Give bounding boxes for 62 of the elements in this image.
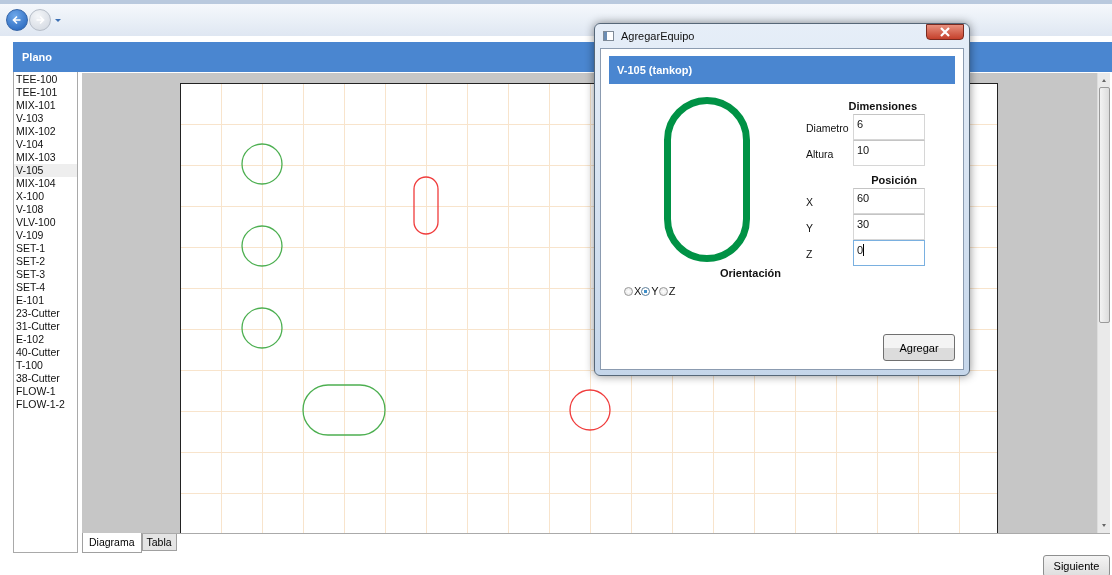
- input-field[interactable]: 60: [853, 188, 925, 214]
- list-item[interactable]: V-103: [14, 112, 77, 125]
- list-item[interactable]: V-104: [14, 138, 77, 151]
- scrollbar[interactable]: [1097, 73, 1110, 533]
- input-field[interactable]: 0: [853, 240, 925, 266]
- panel-title: Plano: [22, 51, 52, 63]
- field-label: Y: [805, 221, 814, 234]
- section-label: Posición: [870, 173, 918, 188]
- window-title: AgregarEquipo: [621, 30, 695, 42]
- list-item[interactable]: E-101: [14, 294, 77, 307]
- list-item[interactable]: TEE-100: [14, 73, 77, 86]
- equipment-shape[interactable]: [569, 389, 611, 431]
- equipment-shape[interactable]: [413, 176, 439, 235]
- dialog-header: V-105 (tankop): [609, 56, 955, 84]
- field-label: Z: [805, 247, 814, 260]
- tab[interactable]: Diagrama: [82, 533, 142, 553]
- list-item[interactable]: 40-Cutter: [14, 346, 77, 359]
- list-item[interactable]: V-108: [14, 203, 77, 216]
- radio-button[interactable]: X: [624, 285, 642, 297]
- list-item[interactable]: MIX-102: [14, 125, 77, 138]
- field-label: Diametro: [805, 121, 850, 134]
- dropdown-icon[interactable]: [55, 18, 61, 22]
- list-item[interactable]: SET-3: [14, 268, 77, 281]
- radio-button[interactable]: Z: [658, 285, 676, 297]
- list-item[interactable]: T-100: [14, 359, 77, 372]
- list-item[interactable]: VLV-100: [14, 216, 77, 229]
- window-icon: [603, 31, 614, 41]
- list-item[interactable]: 31-Cutter: [14, 320, 77, 333]
- list-item[interactable]: SET-4: [14, 281, 77, 294]
- back-button[interactable]: [6, 9, 28, 31]
- equipment-shape[interactable]: [241, 143, 283, 185]
- section-label: Dimensiones: [847, 99, 918, 114]
- equipment-shape[interactable]: [302, 384, 386, 436]
- list-item[interactable]: X-100: [14, 190, 77, 203]
- list-item[interactable]: MIX-101: [14, 99, 77, 112]
- radio-button[interactable]: Y: [641, 285, 659, 297]
- input-field[interactable]: 6: [853, 114, 925, 140]
- close-icon: [939, 27, 951, 37]
- tab[interactable]: Tabla: [141, 534, 177, 551]
- list-item[interactable]: FLOW-1: [14, 385, 77, 398]
- list-item[interactable]: SET-2: [14, 255, 77, 268]
- section-label: Orientación: [719, 267, 782, 279]
- equipment-shape[interactable]: [241, 307, 283, 349]
- list-item[interactable]: E-102: [14, 333, 77, 346]
- list-item[interactable]: MIX-104: [14, 177, 77, 190]
- list-item[interactable]: FLOW-1-2: [14, 398, 77, 411]
- field-label: Altura: [805, 147, 835, 160]
- list-item[interactable]: SET-1: [14, 242, 77, 255]
- input-field[interactable]: 30: [853, 214, 925, 240]
- input-field[interactable]: 10: [853, 140, 925, 166]
- list-item[interactable]: 38-Cutter: [14, 372, 77, 385]
- field-label: X: [805, 195, 814, 208]
- list-item[interactable]: 23-Cutter: [14, 307, 77, 320]
- close-button[interactable]: [926, 24, 964, 40]
- list-item[interactable]: V-105: [14, 164, 77, 177]
- equipment-shape[interactable]: [241, 225, 283, 267]
- list-item[interactable]: V-109: [14, 229, 77, 242]
- back-arrow-icon: [10, 13, 24, 27]
- list-item[interactable]: TEE-101: [14, 86, 77, 99]
- add-button[interactable]: Agregar: [883, 334, 955, 361]
- next-button[interactable]: Siguiente: [1043, 555, 1110, 575]
- list-item[interactable]: MIX-103: [14, 151, 77, 164]
